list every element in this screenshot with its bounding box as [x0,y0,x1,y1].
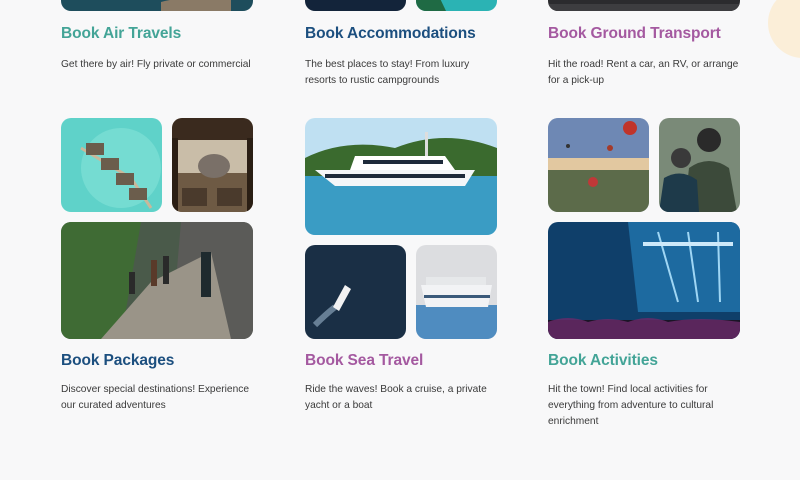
card-description: Hit the road! Rent a car, an RV, or arra… [548,59,739,86]
card-description: Get there by air! Fly private or commerc… [61,59,251,70]
tourists-sightseeing-photo [659,118,740,212]
hot-air-balloons-photo [548,118,649,212]
mountain-hikers-photo [61,222,253,339]
concert-crowd-photo [548,222,740,339]
decorative-circle [768,0,800,58]
card-title[interactable]: Book Packages [61,351,174,371]
speedboat-aerial-photo [305,245,406,339]
safari-elephant-photo [172,118,253,212]
card-title[interactable]: Book Accommodations [305,24,476,44]
air-travels-photo [61,0,253,11]
accommodation-photo-1 [305,0,406,11]
accommodation-photo-2 [416,0,497,11]
card-description: Hit the town! Find local activities for … [548,384,714,427]
card-description: Discover special destinations! Experienc… [61,384,249,411]
ground-transport-photo [548,0,740,11]
overwater-bungalows-photo [61,118,162,212]
card-title[interactable]: Book Sea Travel [305,351,423,371]
card-description: The best places to stay! From luxury res… [305,59,470,86]
cruise-ship-photo [416,245,497,339]
card-title[interactable]: Book Air Travels [61,24,181,44]
card-description: Ride the waves! Book a cruise, a private… [305,384,487,411]
card-title[interactable]: Book Ground Transport [548,24,721,44]
card-title[interactable]: Book Activities [548,351,658,371]
luxury-yacht-photo [305,118,497,235]
